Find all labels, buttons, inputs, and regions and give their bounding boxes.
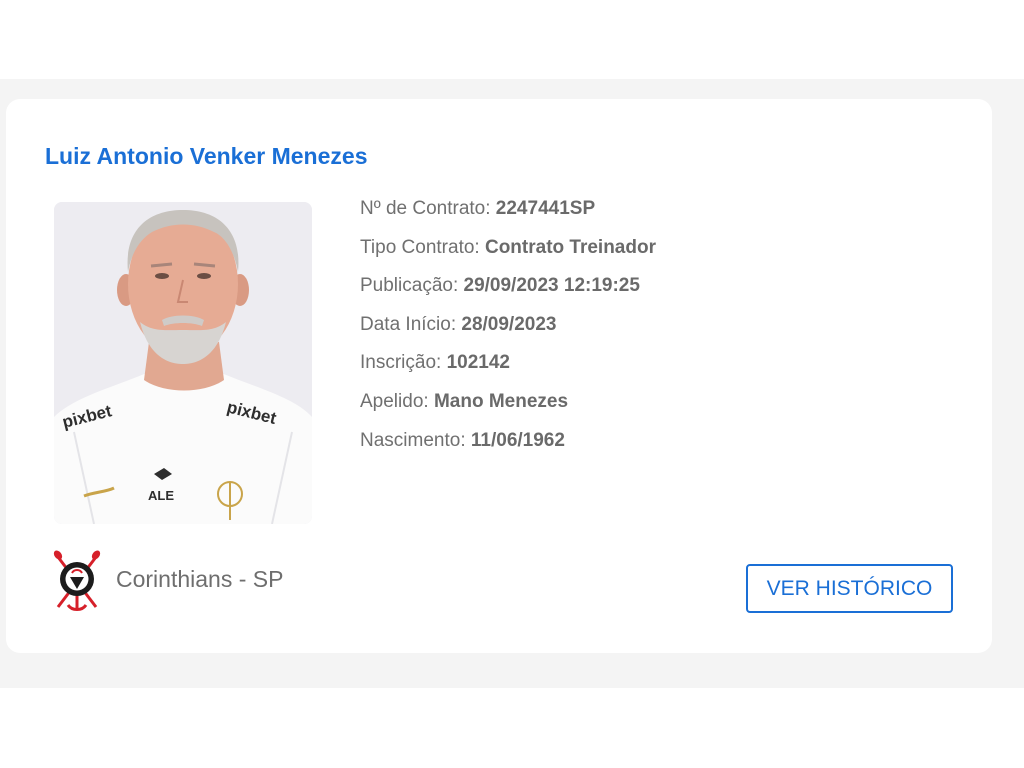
start-date-value: 28/09/2023 xyxy=(461,313,557,335)
publication-value: 29/09/2023 12:19:25 xyxy=(463,275,640,297)
view-history-button[interactable]: VER HISTÓRICO xyxy=(746,564,953,613)
contract-number-row: Nº de Contrato: 2247441SP xyxy=(360,196,656,235)
contract-type-label: Tipo Contrato: xyxy=(360,236,480,258)
birth-date-value: 11/06/1962 xyxy=(470,429,565,451)
registration-label: Inscrição: xyxy=(360,352,442,374)
contract-type-value: Contrato Treinador xyxy=(484,236,656,258)
contract-card: Luiz Antonio Venker Menezes pixbet pixbe… xyxy=(6,99,992,653)
shirt-sleeve-sponsor: ALE xyxy=(148,488,174,503)
person-portrait-image: pixbet pixbet ALE xyxy=(54,202,312,524)
nickname-value: Mano Menezes xyxy=(433,390,569,412)
registration-row: Inscrição: 102142 xyxy=(360,350,656,389)
contract-number-label: Nº de Contrato: xyxy=(360,198,491,219)
start-date-row: Data Início: 28/09/2023 xyxy=(360,312,656,351)
nickname-row: Apelido: Mano Menezes xyxy=(360,389,656,428)
publication-label: Publicação: xyxy=(360,275,459,297)
nickname-label: Apelido: xyxy=(360,390,429,412)
corinthians-crest-icon xyxy=(53,550,101,611)
contract-type-row: Tipo Contrato: Contrato Treinador xyxy=(360,235,656,274)
birth-date-row: Nascimento: 11/06/1962 xyxy=(360,428,656,467)
club-name: Corinthians - SP xyxy=(116,565,284,592)
club-info: Corinthians - SP xyxy=(50,547,283,617)
publication-row: Publicação: 29/09/2023 12:19:25 xyxy=(360,273,656,312)
person-name: Luiz Antonio Venker Menezes xyxy=(45,143,368,169)
birth-date-label: Nascimento: xyxy=(360,429,466,451)
registration-value: 102142 xyxy=(446,352,510,374)
contract-details: Nº de Contrato: 2247441SP Tipo Contrato:… xyxy=(360,196,656,466)
contract-number-value: 2247441SP xyxy=(495,198,596,219)
person-photo: pixbet pixbet ALE xyxy=(54,202,312,524)
start-date-label: Data Início: xyxy=(360,313,457,335)
